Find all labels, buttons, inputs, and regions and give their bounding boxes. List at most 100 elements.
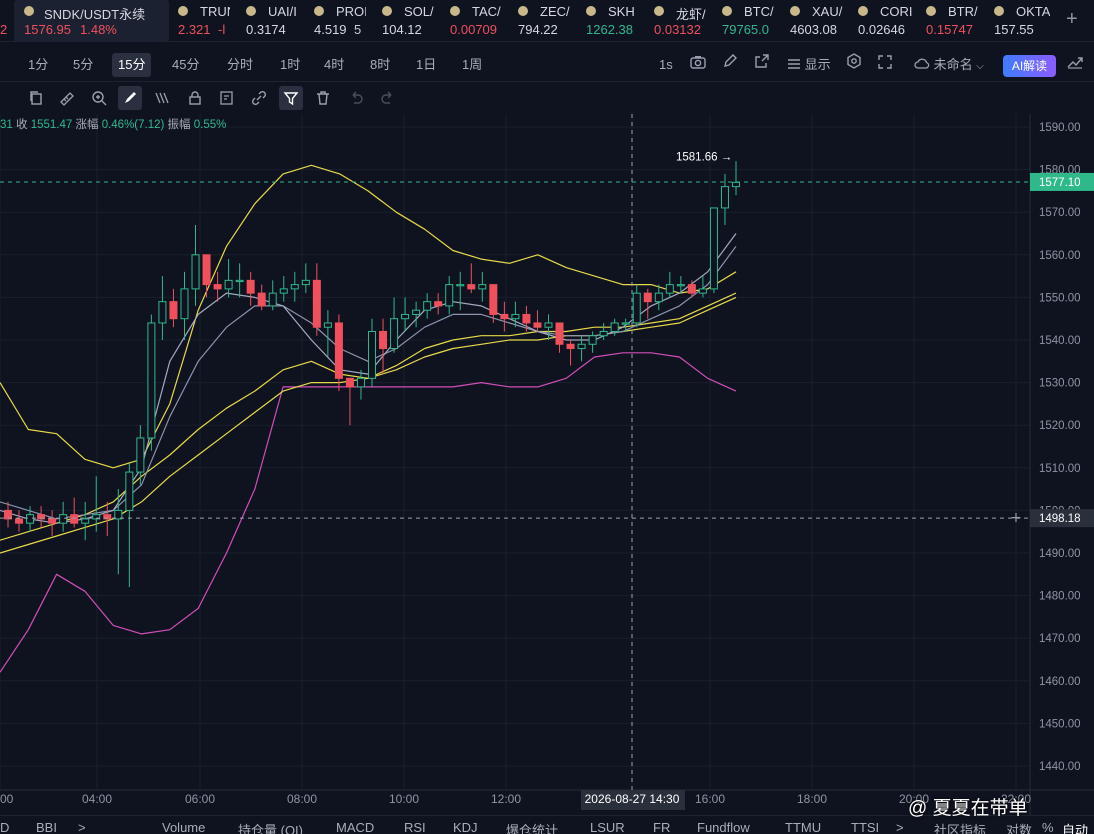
link-icon[interactable]	[247, 86, 271, 110]
indicator-tab[interactable]: BBI	[36, 820, 57, 834]
indicator-tab[interactable]: >	[78, 820, 86, 834]
redo-icon[interactable]	[376, 86, 400, 110]
candle-body	[467, 284, 476, 290]
price-tick-label: 1590.00	[1039, 122, 1081, 134]
ticker-item[interactable]: TAC/0.00709	[450, 0, 502, 42]
ticker-item[interactable]: SKH 1262.38	[586, 0, 638, 42]
time-tick-label: 00	[0, 792, 14, 806]
price-tick-label: 1570.00	[1039, 207, 1081, 219]
brush-icon[interactable]	[118, 86, 142, 110]
ticker-item[interactable]: BTR/0.15747	[926, 0, 982, 42]
time-tick-label: 08:00	[287, 792, 317, 806]
undo-icon[interactable]	[344, 86, 368, 110]
time-tick-label: 12:00	[491, 792, 521, 806]
ticker-price: 0.03132	[654, 22, 701, 37]
magnet-icon[interactable]	[150, 86, 174, 110]
interval-tab[interactable]: 15分	[112, 53, 152, 77]
candle-body	[533, 322, 542, 328]
ticker-price: 4603.08	[790, 22, 837, 37]
zoom-in-icon[interactable]	[87, 86, 111, 110]
candle-body	[356, 377, 365, 388]
indicator-tab[interactable]: TTMU	[785, 820, 821, 834]
ticker-item[interactable]: PROI 4.519 5	[314, 0, 366, 42]
add-ticker-button[interactable]: +	[1066, 8, 1078, 31]
ruler-icon[interactable]	[55, 86, 79, 110]
indicator-tab[interactable]: LSUR	[590, 820, 625, 834]
indicator-tab[interactable]: 自动	[1062, 820, 1088, 834]
indicator-tab[interactable]: 社区指标	[934, 820, 986, 834]
pencil-icon[interactable]	[722, 53, 738, 77]
ticker-item[interactable]: TRUN 2.321 -l	[178, 0, 230, 42]
interval-tab[interactable]: 4时	[318, 53, 350, 77]
ticker-item[interactable]: UAI/I 0.3174	[246, 0, 298, 42]
candle-body	[323, 322, 332, 328]
ticker-item[interactable]: OKTA 157.55	[994, 0, 1050, 42]
indicator-tab[interactable]: Fundflow	[697, 820, 750, 834]
indicator-tab[interactable]: 持仓量 (OI)	[238, 820, 303, 834]
ticker-symbol: BTR/	[948, 4, 978, 19]
candle-body	[246, 279, 255, 294]
interval-tab[interactable]: 1周	[456, 53, 488, 77]
coin-icon	[586, 6, 596, 16]
indicator-tab[interactable]: MACD	[336, 820, 374, 834]
interval-tab[interactable]: 8时	[364, 53, 396, 77]
ticker-symbol: TAC/	[472, 4, 501, 19]
edit-box-icon[interactable]	[215, 86, 239, 110]
ticker-item[interactable]: SNDK/USDT永续 1576.95 1.48%	[14, 0, 169, 42]
layout-select[interactable]: 未命名 ⌵	[914, 53, 984, 77]
filter-icon[interactable]	[279, 86, 303, 110]
gear-icon[interactable]	[846, 53, 862, 77]
fullscreen-icon[interactable]	[878, 53, 892, 77]
share-out-icon[interactable]	[754, 53, 770, 77]
indicator-tab[interactable]: %	[1042, 820, 1054, 834]
candle-body	[478, 284, 487, 290]
coin-icon	[314, 6, 324, 16]
interval-tab[interactable]: 1日	[410, 53, 442, 77]
candle-body	[169, 301, 178, 320]
ohlc-stats: 31 收 1551.47 涨幅 0.46%(7.12) 振幅 0.55%	[0, 116, 226, 132]
price-chart[interactable]: +1590.001580.001570.001560.001550.001540…	[0, 114, 1094, 815]
ticker-item[interactable]: BTC/79765.0	[722, 0, 778, 42]
display-button[interactable]: 显示	[787, 53, 831, 77]
coin-icon	[178, 6, 188, 16]
candle-body	[599, 330, 608, 337]
candle-body	[257, 292, 266, 307]
indicator-tab[interactable]: FR	[653, 820, 670, 834]
price-tick-label: 1440.00	[1039, 761, 1081, 773]
interval-tab[interactable]: 45分	[166, 53, 205, 77]
copy-icon[interactable]	[24, 86, 48, 110]
seconds-button[interactable]: 1s	[659, 53, 673, 77]
candle-body	[632, 292, 641, 324]
ticker-item[interactable]: 龙虾/0.03132	[654, 0, 706, 42]
ticker-item[interactable]: ZEC/794.22	[518, 0, 570, 42]
indicator-tab[interactable]: RSI	[404, 820, 426, 834]
indicator-tab[interactable]: 对数	[1006, 820, 1032, 834]
indicator-tab[interactable]: >	[896, 820, 904, 834]
indicator-tab[interactable]: TTSI	[851, 820, 879, 834]
trash-icon[interactable]	[311, 86, 335, 110]
indicator-tab[interactable]: 爆仓统计	[506, 820, 558, 834]
lock-icon[interactable]	[183, 86, 207, 110]
indicator-tab[interactable]: KDJ	[453, 820, 478, 834]
interval-toolbar: 1分 5分 15分 45分 分时 1时 4时 8时 1日 1周 1s 显示 未命名 ⌵	[0, 48, 1094, 82]
camera-icon[interactable]	[690, 53, 706, 77]
interval-tab[interactable]: 1分	[22, 53, 54, 77]
boll-upper-line	[0, 164, 737, 469]
candle-body	[290, 284, 299, 290]
ai-interpret-button[interactable]: AI解读	[1003, 55, 1056, 77]
indicator-tab[interactable]: Volume	[162, 820, 205, 834]
time-tick-label: 10:00	[389, 792, 419, 806]
price-tick-label: 1470.00	[1039, 633, 1081, 645]
interval-tab[interactable]: 分时	[221, 53, 259, 77]
ticker-item[interactable]: XAU/4603.08	[790, 0, 846, 42]
candle-body	[555, 322, 564, 345]
ticker-price: 157.55	[994, 22, 1034, 37]
ticker-item[interactable]: CORI 0.02646	[858, 0, 914, 42]
interval-tab[interactable]: 5分	[67, 53, 99, 77]
ticker-item[interactable]: SOL/104.12	[382, 0, 434, 42]
trend-icon[interactable]	[1067, 53, 1083, 77]
ticker-symbol: OKTA	[1016, 4, 1050, 19]
interval-tab[interactable]: 1时	[274, 53, 306, 77]
drawing-toolbar	[0, 84, 1094, 112]
candle-body	[500, 313, 509, 320]
